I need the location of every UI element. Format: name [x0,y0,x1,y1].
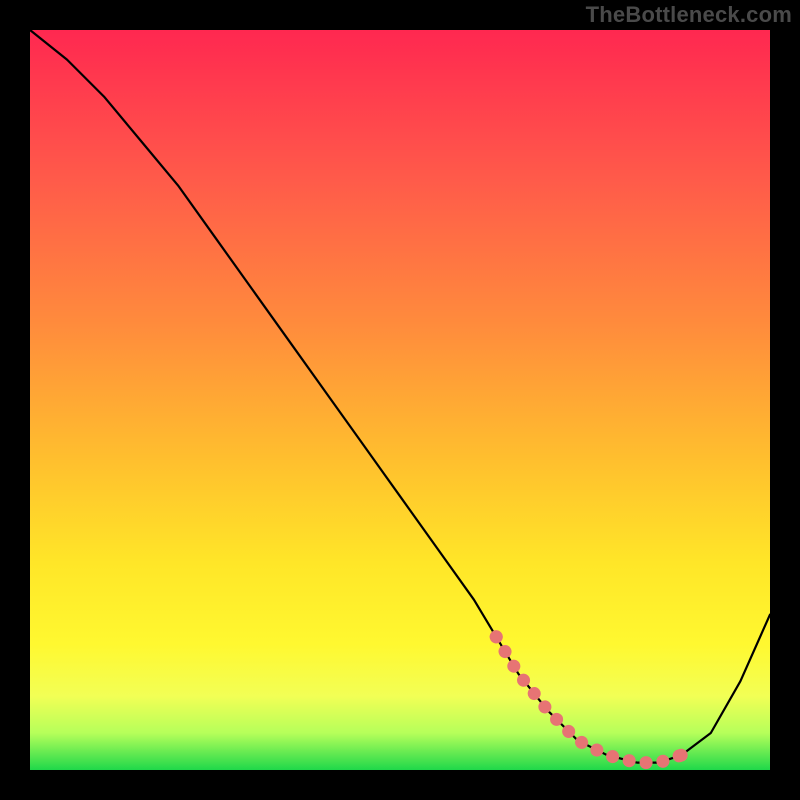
bottleneck-chart [0,0,800,800]
chart-container: TheBottleneck.com [0,0,800,800]
watermark-text: TheBottleneck.com [586,2,792,28]
